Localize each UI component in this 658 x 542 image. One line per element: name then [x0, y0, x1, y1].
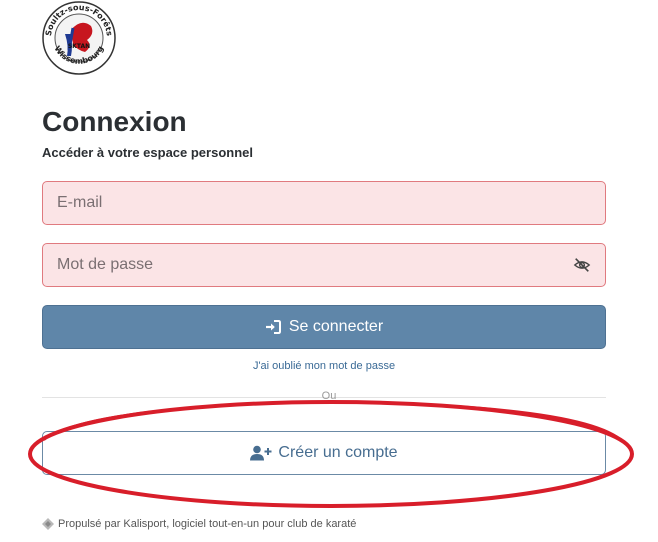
email-field[interactable]: [42, 181, 606, 225]
create-account-label: Créer un compte: [278, 444, 398, 461]
login-button[interactable]: Se connecter: [42, 305, 606, 349]
password-field[interactable]: [42, 243, 606, 287]
create-account-button[interactable]: Créer un compte: [42, 431, 606, 475]
forgot-password-link[interactable]: J'ai oublié mon mot de passe: [42, 359, 606, 373]
sign-in-icon: [265, 320, 281, 334]
login-page: Soultz-sous-Forêts Wissembourg SKTAN Con…: [0, 0, 658, 542]
page-subtitle: Accéder à votre espace personnel: [42, 145, 253, 160]
logo-text-center: SKTAN: [68, 43, 90, 50]
footer-text: Propulsé par Kalisport, logiciel tout-en…: [58, 518, 357, 530]
user-plus-icon: [250, 445, 272, 461]
club-logo-emblem: Soultz-sous-Forêts Wissembourg SKTAN: [42, 1, 116, 75]
email-input[interactable]: [57, 194, 591, 212]
eye-slash-icon[interactable]: [573, 256, 591, 274]
kalisport-icon: [42, 518, 54, 530]
or-separator: Ou: [321, 390, 337, 402]
login-button-label: Se connecter: [288, 318, 384, 335]
club-logo: Soultz-sous-Forêts Wissembourg SKTAN: [41, 0, 117, 76]
password-input[interactable]: [57, 256, 573, 274]
page-title: Connexion: [42, 106, 187, 137]
footer: Propulsé par Kalisport, logiciel tout-en…: [42, 517, 356, 531]
